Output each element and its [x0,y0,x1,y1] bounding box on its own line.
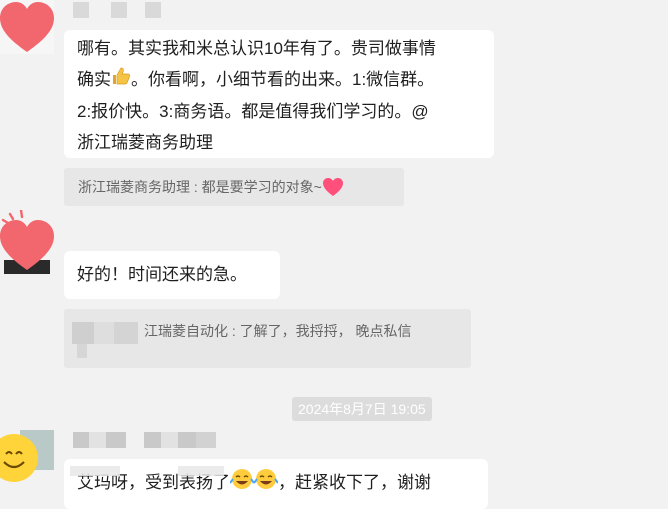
quote-sender-blur [72,322,94,344]
quote-text: 浙江瑞菱商务助理 : 都是要学习的对象~ [78,179,322,196]
quote-sender-blur [77,344,87,358]
blur-overlay [70,466,120,476]
timestamp: 2024年8月7日 19:05 [292,397,432,421]
laughing-crying-icon [229,468,255,500]
sender-name-blur [144,432,161,448]
quote-text: 江瑞菱自动化 : 了解了，我捋捋， 晚点私信 [144,323,412,339]
sender-name-blur [196,432,216,448]
heart-icon [322,177,344,200]
sender-name-blur [145,2,161,18]
message-line: 2:报价快。3:商务语。都是值得我们学习的。@ [77,102,429,122]
avatar[interactable] [0,210,54,276]
message-bubble[interactable]: 好的！时间还来的急。 [64,251,280,299]
message-line: 浙江瑞菱商务助理 [77,133,213,153]
sender-name-blur [106,432,126,448]
smiley-avatar-icon [0,430,54,482]
message-text: 。你看啊，小细节看的出来。1:微信群。 [131,70,435,89]
message-line: 确实 。你看啊，小细节看的出来。1:微信群。 [77,64,482,96]
thumbs-up-icon [111,65,131,96]
avatar[interactable] [0,0,54,54]
sender-name-blur [161,432,178,448]
message-text: 确实 [77,70,111,89]
heart-avatar-icon [0,0,54,54]
avatar[interactable] [0,428,54,494]
heart-avatar-icon [0,210,54,274]
sender-name-blur [89,432,106,448]
message-bubble[interactable]: 艾玛呀，受到表扬了 ，赶紧收下了，谢谢 [64,459,488,509]
message-text: 好的！时间还来的急。 [77,265,247,284]
message-bubble[interactable]: 哪有。其实我和米总认识10年有了。贵司做事情 确实 。你看啊，小细节看的出来。1:… [64,30,494,158]
laughing-crying-icon [253,468,279,500]
quote-sender-blur [94,322,114,344]
sender-name-blur [178,432,196,448]
quote-reply[interactable]: 浙江瑞菱商务助理 : 都是要学习的对象~ [64,168,404,206]
sender-name-blur [111,2,127,18]
blur-overlay [178,466,224,476]
sender-name-blur [73,432,89,448]
message-text: ，赶紧收下了，谢谢 [278,473,431,492]
quote-sender-blur [114,322,138,344]
sender-name-blur [73,2,89,18]
message-line: 哪有。其实我和米总认识10年有了。贵司做事情 [77,39,436,58]
